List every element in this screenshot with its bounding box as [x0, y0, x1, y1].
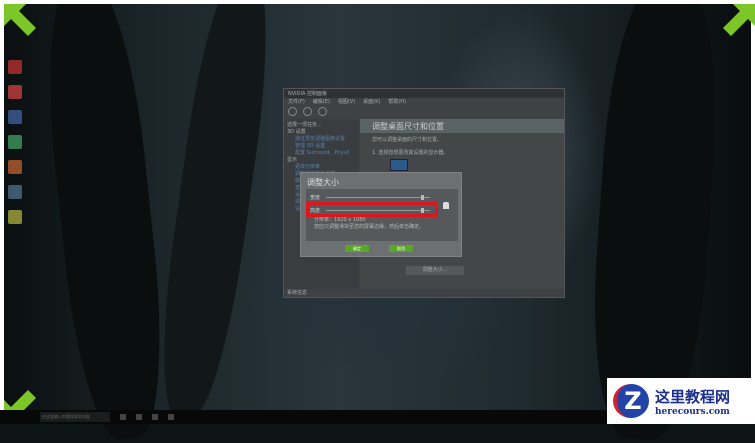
menu-edit[interactable]: 编辑(E)	[313, 98, 330, 105]
edge-icon[interactable]	[136, 414, 142, 420]
instruction-text: 您应只调整滑块至您的屏幕边缘，然后单击确定。	[314, 224, 425, 230]
desktop-icon[interactable]	[8, 185, 22, 199]
desktop-icon[interactable]	[8, 110, 22, 124]
home-icon[interactable]	[318, 107, 327, 116]
desktop-icon[interactable]	[8, 60, 22, 74]
menu-desktop[interactable]: 桌面(K)	[363, 98, 380, 105]
menu-help[interactable]: 帮助(H)	[388, 98, 406, 105]
task-view-icon[interactable]	[120, 414, 126, 420]
resolution-text: 分辨率：1920 x 1080	[314, 217, 366, 223]
watermark-logo: Z 这里教程网 herecours.com	[607, 378, 755, 424]
menu-bar: 文件(F) 编辑(E) 视图(V) 桌面(K) 帮助(H)	[284, 98, 564, 105]
forward-icon[interactable]	[303, 107, 312, 116]
menu-view[interactable]: 视图(V)	[338, 98, 355, 105]
watermark-url: herecours.com	[655, 406, 730, 417]
sidebar-item[interactable]: 通过预览调整图像设置	[287, 136, 355, 143]
width-slider-row: 宽度	[310, 192, 430, 202]
window-title: NVIDIA 控制面板	[284, 89, 564, 98]
page-subtitle: 您可以调整桌面的尺寸和位置。	[372, 137, 443, 143]
watermark-brand: 这里教程网	[655, 387, 731, 406]
dialog-info: 分辨率：1920 x 1080 您应只调整滑块至您的屏幕边缘，然后单击确定。	[314, 217, 424, 231]
desktop-icon[interactable]	[8, 210, 22, 224]
sidebar-item[interactable]: 更改分辨率	[287, 164, 355, 171]
width-slider-handle[interactable]	[421, 194, 424, 200]
resize-arrow-top-left-icon[interactable]	[4, 4, 38, 38]
sidebar-group[interactable]: 3D 设置	[287, 129, 355, 136]
page-title: 调整桌面尺寸和位置	[360, 119, 564, 133]
explorer-icon[interactable]	[152, 414, 158, 420]
sidebar-heading: 选择一项任务...	[287, 122, 322, 128]
logo-z-icon: Z	[613, 384, 649, 418]
resize-arrow-top-right-icon[interactable]	[721, 4, 755, 38]
sidebar-item[interactable]: 配置 Surround、PhysX	[287, 150, 355, 157]
width-slider[interactable]	[326, 194, 430, 200]
cancel-button[interactable]: 取消	[389, 245, 413, 252]
resize-button[interactable]: 调整大小...	[406, 266, 464, 275]
ok-button[interactable]: 确定	[345, 245, 369, 252]
system-info-link[interactable]: 系统信息	[287, 289, 307, 296]
back-icon[interactable]	[288, 107, 297, 116]
monitor-icon[interactable]	[390, 159, 408, 171]
lock-aspect-icon[interactable]	[443, 202, 449, 209]
desktop-icon[interactable]	[8, 135, 22, 149]
sidebar-item[interactable]: 管理 3D 设置	[287, 143, 355, 150]
width-label: 宽度	[310, 194, 321, 201]
step-1-label: 1. 选择您想更改其设置的显示器。	[372, 150, 449, 156]
sidebar-group[interactable]: 显示	[287, 157, 355, 164]
toolbar	[284, 105, 564, 119]
store-icon[interactable]	[168, 414, 174, 420]
desktop-icon[interactable]	[8, 85, 22, 99]
menu-file[interactable]: 文件(F)	[288, 98, 305, 105]
desktop-icon[interactable]	[8, 160, 22, 174]
desktop-icons	[8, 60, 22, 224]
highlight-box	[306, 202, 438, 217]
taskbar-search[interactable]: 在这里输入你要搜索的内容	[40, 412, 110, 422]
